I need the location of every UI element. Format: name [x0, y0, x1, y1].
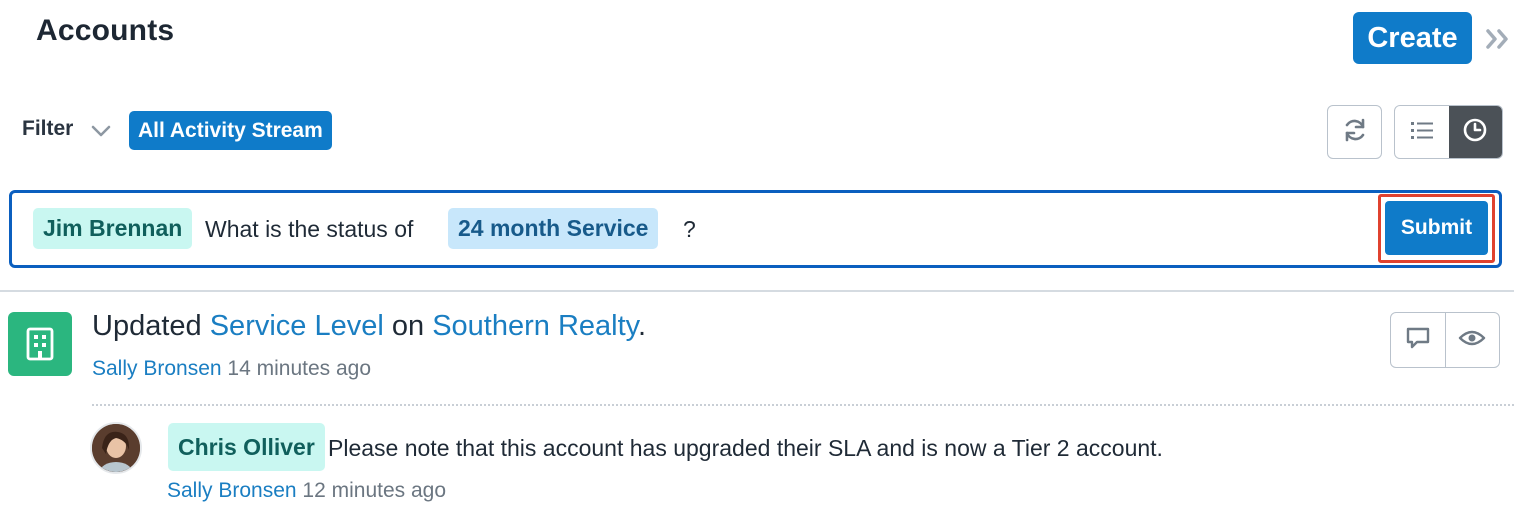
comment-text: Please note that this account has upgrad… [328, 435, 1163, 461]
refresh-button[interactable] [1327, 105, 1382, 159]
activity-time: 14 minutes ago [227, 357, 372, 380]
preview-button[interactable] [1444, 313, 1499, 367]
mention-tag[interactable]: Jim Brennan [33, 208, 193, 249]
activity-meta: Sally Bronsen 14 minutes ago [92, 357, 371, 381]
comment-meta: Sally Bronsen 12 minutes ago [167, 479, 446, 503]
submit-button[interactable]: Submit [1385, 201, 1488, 255]
field-link[interactable]: Service Level [210, 310, 384, 342]
record-link[interactable]: Southern Realty [432, 310, 638, 342]
comment-separator [92, 404, 1514, 406]
author-link[interactable]: Sally Bronsen [92, 357, 222, 380]
activity-view-button[interactable] [1448, 106, 1502, 158]
divider [0, 290, 1514, 292]
activity-connector: on [391, 310, 425, 342]
activity-punctuation: . [638, 310, 647, 342]
comment-button[interactable] [1391, 313, 1445, 367]
avatar[interactable] [90, 422, 142, 474]
active-filter-pill[interactable]: All Activity Stream [129, 111, 332, 150]
create-button[interactable]: Create [1353, 12, 1472, 64]
comment-icon [1405, 326, 1431, 355]
chevron-down-icon[interactable] [89, 121, 113, 141]
filter-label: Filter [22, 117, 74, 140]
comment-author-link[interactable]: Sally Bronsen [167, 479, 297, 502]
composer-text: What is the status of [205, 216, 414, 242]
eye-icon [1458, 328, 1486, 353]
building-icon [8, 312, 72, 376]
comment-time: 12 minutes ago [302, 479, 447, 502]
page-title: Accounts [36, 14, 175, 47]
record-tag[interactable]: 24 month Service [448, 208, 659, 249]
composer-text-end: ? [683, 216, 696, 242]
double-chevron-right-icon[interactable] [1484, 24, 1512, 54]
view-toggle [1394, 105, 1503, 159]
comment-mention-tag[interactable]: Chris Olliver [168, 423, 325, 471]
refresh-icon [1342, 117, 1368, 148]
list-view-button[interactable] [1395, 106, 1449, 158]
list-icon [1409, 119, 1435, 146]
activity-action: Updated [92, 310, 202, 342]
activity-summary: Updated Service Level on Southern Realty… [92, 310, 646, 343]
activity-actions [1390, 312, 1500, 368]
clock-icon [1462, 117, 1488, 148]
